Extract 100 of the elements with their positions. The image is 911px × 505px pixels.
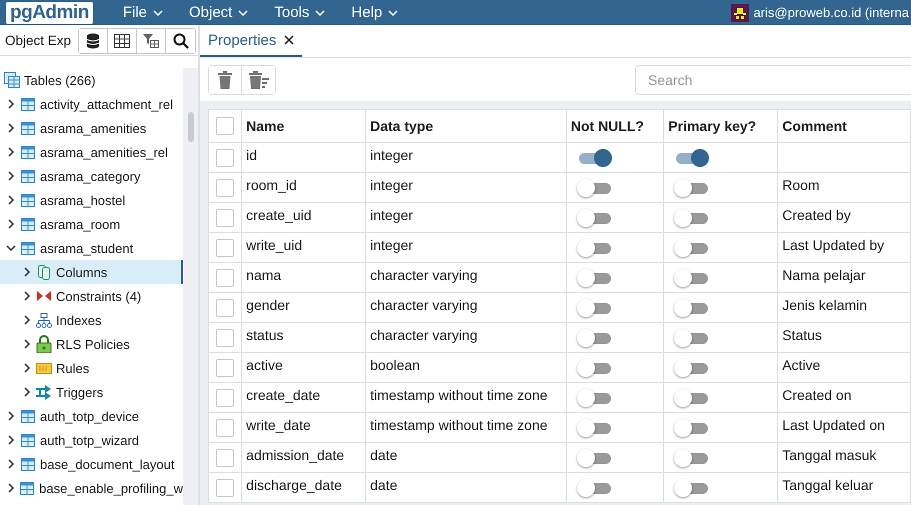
scrollbar[interactable]: [183, 68, 198, 505]
search-field[interactable]: Search: [635, 64, 911, 94]
table-cell: Room: [778, 172, 910, 202]
tree-item[interactable]: base_document_layout: [0, 452, 183, 476]
filter-grid-icon: [143, 34, 159, 48]
menu-button[interactable]: Help: [341, 4, 408, 21]
database-icon: [85, 33, 101, 49]
table-icon: [20, 242, 36, 254]
row-checkbox[interactable]: [216, 478, 234, 497]
scrollbar-thumb[interactable]: [188, 112, 194, 142]
search-icon: [172, 33, 188, 49]
row-checkbox[interactable]: [216, 358, 234, 377]
table-cell: boolean: [366, 352, 566, 382]
tree-item[interactable]: Indexes: [0, 308, 183, 332]
avatar-icon: [731, 4, 750, 22]
table-cell: id: [242, 142, 366, 172]
caret-icon: [153, 10, 163, 16]
table-cell: integer: [366, 172, 566, 202]
tree-item[interactable]: Rules: [0, 356, 183, 380]
table-cell: Last Updated on: [778, 412, 910, 442]
row-checkbox[interactable]: [216, 208, 234, 227]
table-icon: [20, 98, 36, 110]
tree-item[interactable]: asrama_student: [0, 236, 183, 260]
table-icon: [20, 194, 36, 206]
table-icon: [20, 146, 36, 158]
row-checkbox[interactable]: [216, 238, 234, 257]
tree-item[interactable]: asrama_room: [0, 212, 183, 236]
tree-item[interactable]: asrama_amenities: [0, 116, 183, 140]
table-icon: [20, 410, 36, 422]
tree-item[interactable]: asrama_category: [0, 164, 183, 188]
tree-item[interactable]: RLS Policies: [0, 332, 183, 356]
table-cell: Status: [778, 322, 910, 352]
table-cell: date: [366, 442, 566, 472]
properties-tab[interactable]: Properties: [200, 25, 302, 57]
table-cell: create_uid: [242, 202, 366, 232]
table-cell: nama: [242, 262, 366, 292]
table-stack-icon: [4, 72, 20, 88]
table-cell: create_date: [242, 382, 366, 412]
app-logo: pgAdmin: [6, 2, 93, 24]
trash-icon: [218, 70, 232, 88]
caret-icon: [315, 10, 326, 16]
row-checkbox[interactable]: [216, 148, 234, 167]
table-cell: integer: [366, 232, 566, 262]
tree-item[interactable]: Constraints (4): [0, 284, 183, 308]
tree-item[interactable]: asrama_amenities_rel: [0, 140, 183, 164]
collapse-chevron-icon[interactable]: [4, 243, 18, 253]
table-cell: gender: [242, 292, 366, 322]
column-header: Data type: [366, 110, 566, 142]
row-checkbox[interactable]: [216, 448, 234, 467]
tree-item[interactable]: asrama_hostel: [0, 188, 183, 212]
select-all-checkbox[interactable]: [216, 117, 234, 136]
table-icon: [20, 434, 36, 446]
tree-item[interactable]: base_enable_profiling_w: [0, 476, 183, 500]
row-checkbox[interactable]: [216, 418, 234, 437]
user-account[interactable]: aris@proweb.co.id (interna: [753, 5, 909, 20]
padlock-icon: [36, 335, 52, 353]
bowtie-icon: [36, 291, 52, 301]
table-icon: [20, 218, 36, 230]
table-icon: [20, 458, 36, 470]
tree-item[interactable]: Tables (266): [0, 68, 183, 92]
row-checkbox[interactable]: [216, 298, 234, 317]
tree-item[interactable]: Columns: [0, 260, 183, 284]
table-cell: character varying: [366, 292, 566, 322]
tree-item[interactable]: auth_totp_device: [0, 404, 183, 428]
menu-button[interactable]: Object: [179, 4, 258, 21]
menu-button[interactable]: Tools: [264, 4, 336, 21]
hierarchy-icon: [36, 312, 52, 328]
panel-title: Object Exp: [4, 32, 72, 48]
table-cell: Created on: [778, 382, 910, 412]
close-icon[interactable]: [284, 35, 294, 45]
menu-button[interactable]: File: [112, 4, 173, 21]
ticket-icon: [36, 362, 52, 374]
table-cell: admission_date: [242, 442, 366, 472]
columns-icon: [36, 264, 52, 280]
table-icon: [20, 482, 36, 494]
tree-item[interactable]: activity_attachment_rel: [0, 92, 183, 116]
table-cell: timestamp without time zone: [366, 412, 566, 442]
row-checkbox[interactable]: [216, 328, 234, 347]
column-header: Name: [242, 110, 366, 142]
tree-item[interactable]: auth_totp_wizard: [0, 428, 183, 452]
row-checkbox[interactable]: [216, 388, 234, 407]
table-cell: room_id: [242, 172, 366, 202]
arrows-icon: [36, 384, 52, 400]
row-checkbox[interactable]: [216, 268, 234, 287]
table-icon: [20, 122, 36, 134]
column-header: Not NULL?: [566, 110, 664, 142]
row-checkbox[interactable]: [216, 178, 234, 197]
trash-lines-icon: [248, 70, 268, 88]
table-cell: Nama pelajar: [778, 262, 910, 292]
tree-item[interactable]: Triggers: [0, 380, 183, 404]
grid-icon: [114, 34, 130, 48]
table-icon: [20, 170, 36, 182]
delete-button[interactable]: [209, 66, 242, 94]
table-cell: Jenis kelamin: [778, 292, 910, 322]
table-cell: date: [366, 472, 566, 502]
table-cell: Last Updated by: [778, 232, 910, 262]
table-cell: status: [242, 322, 366, 352]
table-cell: character varying: [366, 262, 566, 292]
query-tool-button[interactable]: [79, 29, 108, 53]
table-cell: integer: [366, 202, 566, 232]
